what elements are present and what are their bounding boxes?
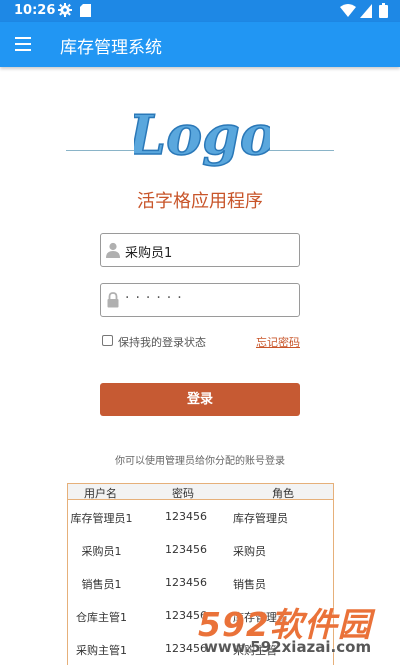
header-role: 角色: [272, 487, 294, 500]
logo: Logo: [134, 102, 270, 168]
sd-card-icon: [80, 4, 91, 17]
app-bar: 库存管理系统: [0, 22, 400, 67]
cell-username: 库存管理员1: [70, 512, 133, 525]
header-username: 用户名: [84, 487, 117, 500]
logo-divider-right: [266, 150, 334, 151]
user-icon: [106, 242, 120, 258]
wifi-icon: [340, 4, 356, 17]
cell-username: 销售员1: [81, 578, 122, 591]
username-field[interactable]: 采购员1: [100, 233, 300, 267]
remember-me-label: 保持我的登录状态: [118, 336, 206, 349]
settings-gear-icon: [58, 3, 72, 17]
battery-icon: [379, 3, 388, 18]
cell-role: 销售员: [233, 578, 266, 591]
cell-password: 123456: [165, 543, 207, 556]
cell-username: 仓库主管1: [76, 611, 127, 624]
lock-icon: [107, 292, 119, 308]
watermark-url: www.592xiazai.com: [204, 638, 372, 656]
username-value: 采购员1: [125, 246, 173, 261]
svg-text:Logo: Logo: [134, 103, 270, 167]
watermark: 592软件园 www.592xiazai.com: [198, 594, 398, 658]
cell-username: 采购主管1: [76, 644, 127, 657]
cell-role: 采购员: [233, 545, 266, 558]
cell-username: 采购员1: [81, 545, 122, 558]
cell-password: 123456: [165, 510, 207, 523]
forgot-password-link[interactable]: 忘记密码: [256, 334, 300, 350]
table-row: 库存管理员1 123456 库存管理员: [68, 500, 333, 533]
checkbox-box[interactable]: [102, 335, 113, 346]
cell-role: 库存管理员: [233, 512, 288, 525]
password-mask: ······: [125, 290, 188, 306]
password-field[interactable]: ······: [100, 283, 300, 317]
status-bar: 10:26: [0, 0, 400, 22]
login-button[interactable]: 登录: [100, 383, 300, 416]
cell-password: 123456: [165, 576, 207, 589]
app-name: 活字格应用程序: [137, 191, 263, 212]
header-password: 密码: [172, 487, 194, 500]
signal-icon: [360, 4, 372, 18]
login-hint: 你可以使用管理员给你分配的账号登录: [115, 456, 285, 467]
table-header: 用户名 密码 角色: [68, 484, 333, 500]
table-row: 采购员1 123456 采购员: [68, 533, 333, 566]
menu-icon[interactable]: [12, 32, 36, 56]
app-title: 库存管理系统: [60, 38, 162, 58]
logo-divider-left: [66, 150, 136, 151]
status-time: 10:26: [14, 3, 56, 18]
